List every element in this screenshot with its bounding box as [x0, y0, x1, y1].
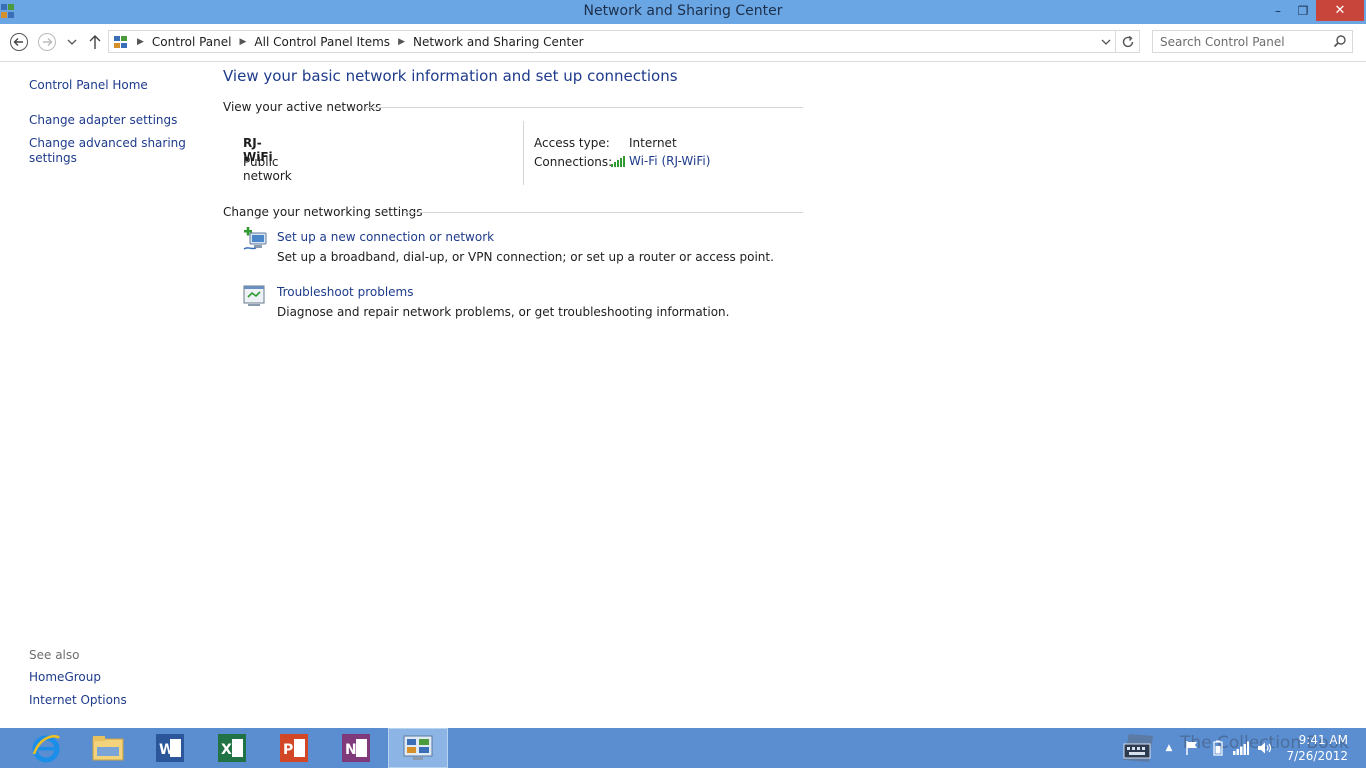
control-panel-icon [114, 35, 127, 48]
address-dropdown-button[interactable] [1099, 34, 1113, 50]
clock-date: 7/26/2012 [1286, 749, 1348, 763]
control-panel-home-link[interactable]: Control Panel Home [29, 78, 148, 93]
left-navigation-pane: Control Panel Home Change adapter settin… [0, 63, 205, 728]
clock-time: 9:41 AM [1298, 733, 1348, 747]
svg-text:P: P [283, 742, 293, 758]
access-type-value: Internet [629, 136, 677, 150]
breadcrumb-all-items[interactable]: All Control Panel Items [254, 35, 390, 49]
powerpoint-icon: P [280, 734, 308, 762]
breadcrumb-chevron-icon[interactable]: ▶ [240, 37, 247, 47]
address-bar[interactable]: ▶ Control Panel ▶ All Control Panel Item… [108, 30, 1140, 53]
access-type-label: Access type: [534, 136, 610, 150]
network-type[interactable]: Public network [243, 155, 292, 183]
up-button[interactable] [85, 32, 105, 52]
battery-button[interactable] [1208, 728, 1228, 768]
svg-text:W: W [159, 742, 174, 758]
chevron-up-icon: ▲ [1165, 743, 1173, 753]
show-hidden-icons-button[interactable]: ▲ [1162, 728, 1176, 768]
search-icon[interactable] [1333, 34, 1347, 48]
search-box[interactable] [1152, 30, 1353, 53]
svg-text:X: X [221, 742, 232, 758]
active-networks-heading: View your active networks [223, 100, 382, 114]
internet-options-link[interactable]: Internet Options [29, 693, 127, 708]
wifi-connection-link[interactable]: Wi-Fi (RJ-WiFi) [611, 154, 710, 168]
forward-button[interactable] [37, 32, 57, 52]
taskbar-powerpoint[interactable]: P [264, 728, 324, 768]
taskbar-excel[interactable]: X [202, 728, 262, 768]
search-input[interactable] [1153, 31, 1328, 52]
wifi-signal-icon [611, 156, 625, 167]
forward-arrow-icon [38, 33, 56, 51]
refresh-icon [1122, 35, 1133, 47]
network-status-button[interactable] [1230, 728, 1252, 768]
system-clock[interactable]: 9:41 AM 7/26/2012 [1284, 732, 1348, 764]
close-button[interactable]: ✕ [1316, 0, 1364, 21]
taskbar-word[interactable]: W [140, 728, 200, 768]
breadcrumb-chevron-icon[interactable]: ▶ [398, 37, 405, 47]
back-arrow-icon [10, 33, 28, 51]
see-also-label: See also [29, 648, 80, 662]
touch-keyboard-button[interactable] [1116, 728, 1162, 768]
change-advanced-sharing-link-line2[interactable]: settings [29, 151, 77, 166]
control-panel-icon [403, 735, 433, 760]
section-divider [403, 212, 803, 213]
taskbar-internet-explorer[interactable] [16, 728, 76, 768]
keyboard-icon [1123, 734, 1153, 762]
volume-button[interactable] [1254, 728, 1276, 768]
change-adapter-settings-link[interactable]: Change adapter settings [29, 113, 177, 128]
title-bar: Network and Sharing Center – ❐ ✕ [0, 0, 1366, 24]
internet-explorer-icon [32, 735, 60, 763]
chevron-down-icon [1101, 39, 1111, 45]
homegroup-link[interactable]: HomeGroup [29, 670, 101, 685]
minimize-button[interactable]: – [1266, 0, 1290, 21]
wifi-connection-label[interactable]: Wi-Fi (RJ-WiFi) [629, 154, 710, 168]
setup-connection-link[interactable]: Set up a new connection or network [277, 230, 494, 244]
taskbar-onenote[interactable]: N [326, 728, 386, 768]
maximize-button[interactable]: ❐ [1291, 0, 1315, 21]
troubleshoot-icon [243, 285, 265, 306]
wifi-signal-icon [1233, 741, 1249, 755]
taskbar: W X P N The Collection Book ▲ 9:41 AM 7/… [0, 728, 1366, 768]
refresh-button[interactable] [1115, 31, 1139, 52]
page-title: View your basic network information and … [223, 67, 678, 85]
speaker-icon [1258, 742, 1272, 754]
vertical-divider [523, 121, 524, 185]
flag-icon [1186, 741, 1197, 755]
change-advanced-sharing-link[interactable]: Change advanced sharing [29, 136, 186, 151]
setup-connection-description: Set up a broadband, dial-up, or VPN conn… [277, 250, 774, 264]
networking-settings-heading: Change your networking settings [223, 205, 423, 219]
navigation-bar: ▶ Control Panel ▶ All Control Panel Item… [0, 24, 1366, 62]
taskbar-control-panel[interactable] [388, 728, 448, 768]
breadcrumb-control-panel[interactable]: Control Panel [152, 35, 232, 49]
troubleshoot-link[interactable]: Troubleshoot problems [277, 285, 413, 299]
chevron-down-icon [67, 39, 77, 45]
action-center-button[interactable] [1182, 728, 1202, 768]
word-icon: W [156, 734, 184, 762]
window-title: Network and Sharing Center [583, 3, 783, 19]
taskbar-file-explorer[interactable] [78, 728, 138, 768]
folder-icon [92, 736, 124, 761]
excel-icon: X [218, 734, 246, 762]
troubleshoot-description: Diagnose and repair network problems, or… [277, 305, 730, 319]
connections-label: Connections: [534, 155, 613, 169]
back-button[interactable] [9, 32, 29, 52]
new-connection-icon [243, 227, 267, 250]
recent-locations-button[interactable] [63, 32, 81, 52]
breadcrumb-chevron-icon[interactable]: ▶ [137, 37, 144, 47]
breadcrumb-network-center[interactable]: Network and Sharing Center [413, 35, 584, 49]
onenote-icon: N [342, 734, 370, 762]
up-arrow-icon [89, 35, 101, 49]
section-divider [365, 107, 803, 108]
svg-text:N: N [345, 742, 357, 758]
battery-icon [1213, 740, 1223, 756]
